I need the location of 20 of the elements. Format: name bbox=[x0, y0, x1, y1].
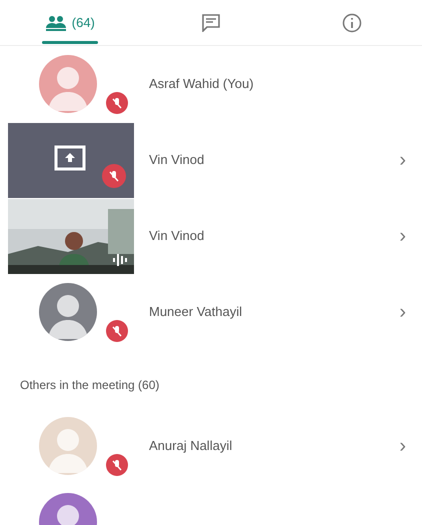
chevron-icon: › bbox=[399, 297, 406, 327]
people-tab[interactable]: (64) bbox=[0, 0, 141, 46]
people-icon bbox=[46, 15, 66, 31]
section-heading: Others in the meeting (60) bbox=[19, 377, 160, 394]
participant-row[interactable]: Asraf Wahid (You) bbox=[0, 46, 422, 122]
participant-name: Anuraj Nallayil bbox=[148, 437, 234, 456]
chevron-icon: › bbox=[399, 145, 406, 175]
info-icon bbox=[342, 13, 362, 33]
participant-row[interactable]: Vin Vinod › bbox=[0, 198, 422, 274]
screen-share-icon bbox=[54, 144, 86, 172]
participant-name: Muneer Vathayil bbox=[148, 303, 243, 322]
chevron-icon: › bbox=[399, 431, 406, 461]
participant-name: Vin Vinod bbox=[148, 151, 206, 170]
chevron-icon: › bbox=[399, 221, 406, 251]
participant-name: Asraf Wahid (You) bbox=[148, 75, 255, 94]
participant-row[interactable]: Anuraj Nallayil › bbox=[0, 408, 422, 484]
participant-row[interactable]: Vin Vinod › bbox=[0, 122, 422, 198]
participant-name: Vin Vinod bbox=[148, 227, 206, 246]
participant-row[interactable]: Muneer Vathayil › bbox=[0, 274, 422, 350]
chat-icon bbox=[201, 14, 221, 32]
